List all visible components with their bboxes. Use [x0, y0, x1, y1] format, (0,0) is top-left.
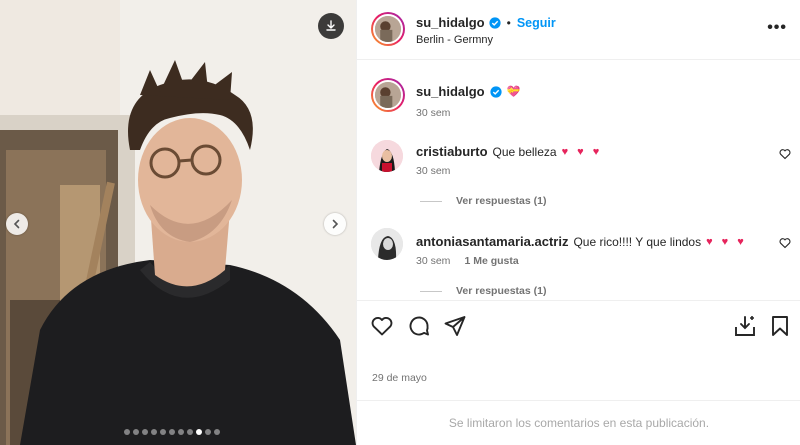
comment-time[interactable]: 30 sem: [416, 255, 450, 267]
carousel-dot: [133, 429, 139, 435]
comment-username[interactable]: cristiaburto: [416, 144, 488, 159]
carousel-dot: [214, 429, 220, 435]
comment-text: Que rico!!!! Y que lindos: [573, 234, 702, 249]
comment-text: Que belleza: [492, 144, 557, 159]
caption-emoji: 💝: [506, 86, 521, 98]
chevron-left-icon: [13, 219, 20, 229]
view-replies-button[interactable]: Ver respuestas (1): [420, 195, 546, 207]
download-icon: [326, 20, 336, 31]
send-icon[interactable]: [443, 314, 467, 338]
carousel-dot: [205, 429, 211, 435]
carousel-indicator: [124, 429, 220, 435]
carousel-dot: [151, 429, 157, 435]
comment-time[interactable]: 30 sem: [416, 165, 450, 177]
comment-meta: 30 sem: [416, 165, 450, 177]
chevron-right-icon: [332, 219, 339, 229]
previous-image-button[interactable]: [6, 213, 28, 235]
post-actions: [357, 300, 800, 352]
carousel-dot: [187, 429, 193, 435]
bookmark-icon[interactable]: [768, 314, 792, 338]
carousel-dot: [196, 429, 202, 435]
post-viewer: su_hidalgo • Seguir Berlin - Germny ••• …: [0, 0, 800, 445]
comment-avatar[interactable]: [371, 228, 403, 260]
carousel-dot: [142, 429, 148, 435]
like-comment-icon[interactable]: [779, 148, 791, 160]
post-media[interactable]: [0, 0, 356, 445]
caption-line: su_hidalgo 💝: [416, 84, 520, 99]
carousel-dot: [160, 429, 166, 435]
author-username[interactable]: su_hidalgo: [416, 15, 485, 30]
save-to-collection-icon[interactable]: [733, 314, 757, 338]
post-location[interactable]: Berlin - Germny: [416, 34, 493, 46]
post-panel: su_hidalgo • Seguir Berlin - Germny ••• …: [356, 0, 800, 445]
view-replies-button[interactable]: Ver respuestas (1): [420, 285, 546, 297]
replies-divider: [420, 200, 442, 202]
post-photo: [0, 0, 356, 445]
replies-divider: [420, 290, 442, 292]
heart-icon[interactable]: [370, 314, 394, 338]
comment-username[interactable]: antoniasantamaria.actriz: [416, 234, 568, 249]
post-date[interactable]: 29 de mayo: [372, 372, 427, 384]
more-options-button[interactable]: •••: [767, 20, 787, 36]
carousel-dot: [169, 429, 175, 435]
caption-avatar[interactable]: [371, 78, 405, 112]
author-line: su_hidalgo • Seguir: [416, 15, 556, 30]
view-replies-label: Ver respuestas (1): [456, 195, 547, 207]
caption-time[interactable]: 30 sem: [416, 107, 450, 119]
caption-username[interactable]: su_hidalgo: [416, 84, 485, 99]
comment-icon[interactable]: [407, 314, 431, 338]
follow-button[interactable]: Seguir: [517, 16, 556, 30]
view-replies-label: Ver respuestas (1): [456, 285, 547, 297]
separator-dot: •: [506, 15, 511, 30]
author-avatar[interactable]: [371, 12, 405, 46]
comment-line: cristiaburto Que belleza ♥ ♥ ♥: [416, 144, 602, 159]
comment-line: antoniasantamaria.actriz Que rico!!!! Y …: [416, 234, 747, 249]
comment-likes-count[interactable]: 1 Me gusta: [464, 255, 518, 267]
verified-badge-icon: [490, 85, 502, 98]
download-button[interactable]: [318, 13, 344, 39]
verified-badge-icon: [489, 16, 501, 29]
comment-hearts: ♥ ♥ ♥: [561, 145, 603, 158]
post-header: su_hidalgo • Seguir Berlin - Germny •••: [357, 0, 800, 60]
next-image-button[interactable]: [324, 213, 346, 235]
carousel-dot: [178, 429, 184, 435]
comment-hearts: ♥ ♥ ♥: [706, 235, 747, 248]
carousel-dot: [124, 429, 130, 435]
like-comment-icon[interactable]: [779, 237, 791, 249]
comment-meta: 30 sem 1 Me gusta: [416, 255, 519, 267]
comments-limited-notice: Se limitaron los comentarios en esta pub…: [357, 400, 800, 445]
comment-avatar[interactable]: [371, 140, 403, 172]
caption-meta: 30 sem: [416, 107, 450, 119]
comments-section[interactable]: su_hidalgo 💝 30 sem cristiaburto Que bel…: [357, 60, 800, 300]
